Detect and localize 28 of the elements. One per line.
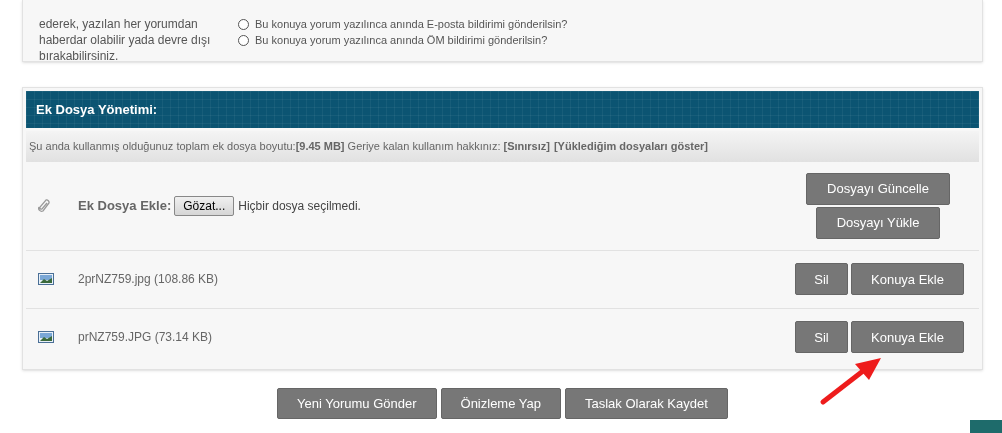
description-text: haberdar olabilir yada devre dışı: [39, 32, 212, 48]
panel-title: Ek Dosya Yönetimi:: [36, 100, 158, 119]
description-text: ederek, yazılan her yorumdan: [39, 16, 199, 32]
insert-button[interactable]: Konuya Ekle: [851, 263, 964, 296]
form-action-button[interactable]: Yeni Yorumu Gönder: [277, 388, 437, 419]
file-name: prNZ759.JPG (73.14 KB): [78, 329, 213, 347]
upload-action-button[interactable]: Dosyayı Yükle: [815, 207, 941, 240]
radio-button[interactable]: [238, 18, 249, 30]
usage-text: Şu anda kullanmış olduğunuz toplam ek dosya boyutu:[9.45 MB] Geriye kalan kullanım hakkınız: [Sınırsız]: [29, 139, 550, 155]
upload-label: Ek Dosya Ekle:: [78, 197, 172, 216]
paperclip-icon: [38, 198, 50, 215]
arrow-annotation: [819, 356, 883, 406]
upload-action-button[interactable]: Dosyayı Güncelle: [806, 173, 950, 206]
form-action-button[interactable]: Taslak Olarak Kaydet: [564, 388, 728, 419]
form-action-button[interactable]: Önizleme Yap: [440, 388, 561, 419]
image-file-icon: [38, 331, 54, 344]
file-status-text: Hiçbir dosya seçilmedi.: [238, 198, 361, 216]
browse-button[interactable]: Gözat...: [174, 196, 235, 217]
insert-button[interactable]: Konuya Ekle: [851, 321, 964, 354]
delete-button[interactable]: Sil: [795, 321, 848, 354]
image-file-icon: [38, 273, 54, 286]
delete-button[interactable]: Sil: [795, 263, 848, 296]
show-files-link[interactable]: [Yüklediğim dosyaları göster]: [553, 138, 708, 155]
radio-label: Bu konuya yorum yazılınca anında E-posta bildirimi gönderilsin?: [255, 17, 568, 32]
description-text: bırakabilirsiniz.: [39, 48, 120, 64]
file-name: 2prNZ759.jpg (108.86 KB): [78, 271, 219, 289]
radio-label: Bu konuya yorum yazılınca anında ÖM bildirimi gönderilsin?: [255, 33, 548, 48]
radio-button[interactable]: [238, 34, 249, 46]
